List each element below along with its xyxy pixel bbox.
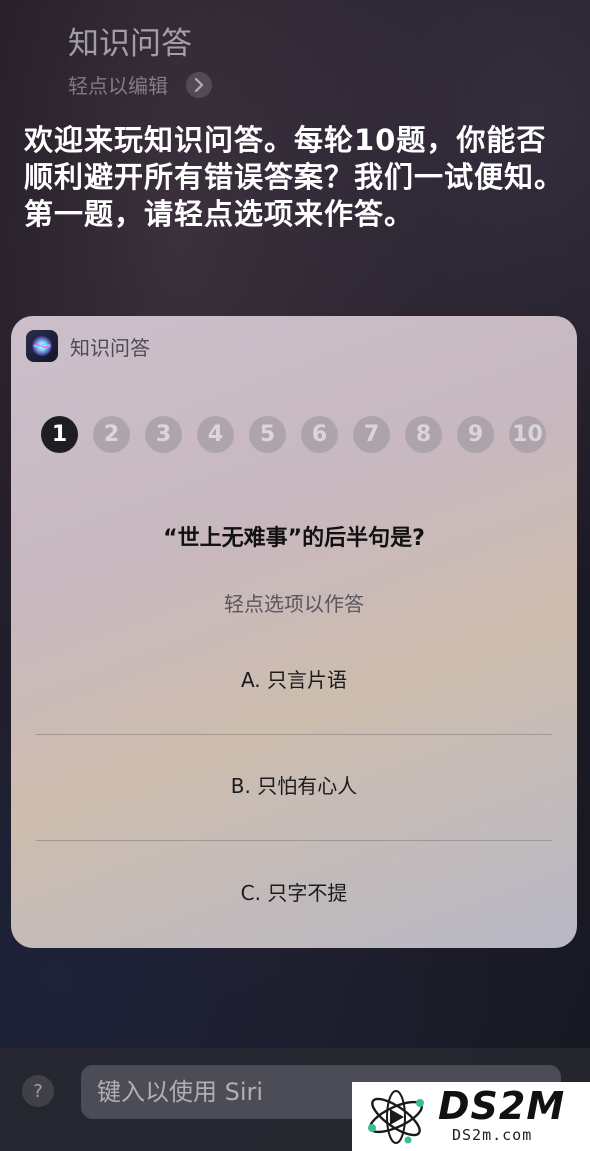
app-name: 知识问答 <box>70 335 150 360</box>
progress-step-1: 1 <box>41 416 78 453</box>
progress-step-6: 6 <box>301 416 338 453</box>
progress-step-10: 10 <box>509 416 546 453</box>
siri-response-text: 欢迎来玩知识问答。每轮10题，你能否顺利避开所有错误答案？我们一试便知。第一题，… <box>24 123 565 231</box>
watermark: DS2M DS2m.com <box>352 1082 590 1151</box>
atom-logo-icon <box>368 1090 424 1144</box>
option-a[interactable]: A. 只言片语 <box>36 625 552 731</box>
progress-step-3: 3 <box>145 416 182 453</box>
progress-step-2: 2 <box>93 416 130 453</box>
chevron-right-icon[interactable] <box>186 71 212 98</box>
question-progress: 1 2 3 4 5 6 7 8 9 10 <box>41 416 546 453</box>
help-glyph: ? <box>33 1080 43 1102</box>
progress-step-9: 9 <box>457 416 494 453</box>
edit-row[interactable]: 轻点以编辑 <box>68 70 212 99</box>
progress-step-4: 4 <box>197 416 234 453</box>
help-icon[interactable]: ? <box>22 1075 54 1107</box>
watermark-url: DS2m.com <box>452 1126 533 1144</box>
progress-step-8: 8 <box>405 416 442 453</box>
edit-hint[interactable]: 轻点以编辑 <box>68 70 168 99</box>
card-app-header: 知识问答 <box>26 330 150 362</box>
progress-step-7: 7 <box>353 416 390 453</box>
answer-hint: 轻点选项以作答 <box>224 592 364 616</box>
page-title[interactable]: 知识问答 <box>68 18 192 63</box>
watermark-brand: DS2M <box>438 1084 566 1128</box>
quiz-card: 知识问答 1 2 3 4 5 6 7 8 9 10 “世上无难事”的后半句是? … <box>11 316 577 948</box>
question-text: “世上无难事”的后半句是? <box>163 526 425 551</box>
option-c[interactable]: C. 只字不提 <box>36 838 552 944</box>
option-b[interactable]: B. 只怕有心人 <box>36 731 552 837</box>
progress-step-5: 5 <box>249 416 286 453</box>
siri-app-icon <box>26 330 58 362</box>
